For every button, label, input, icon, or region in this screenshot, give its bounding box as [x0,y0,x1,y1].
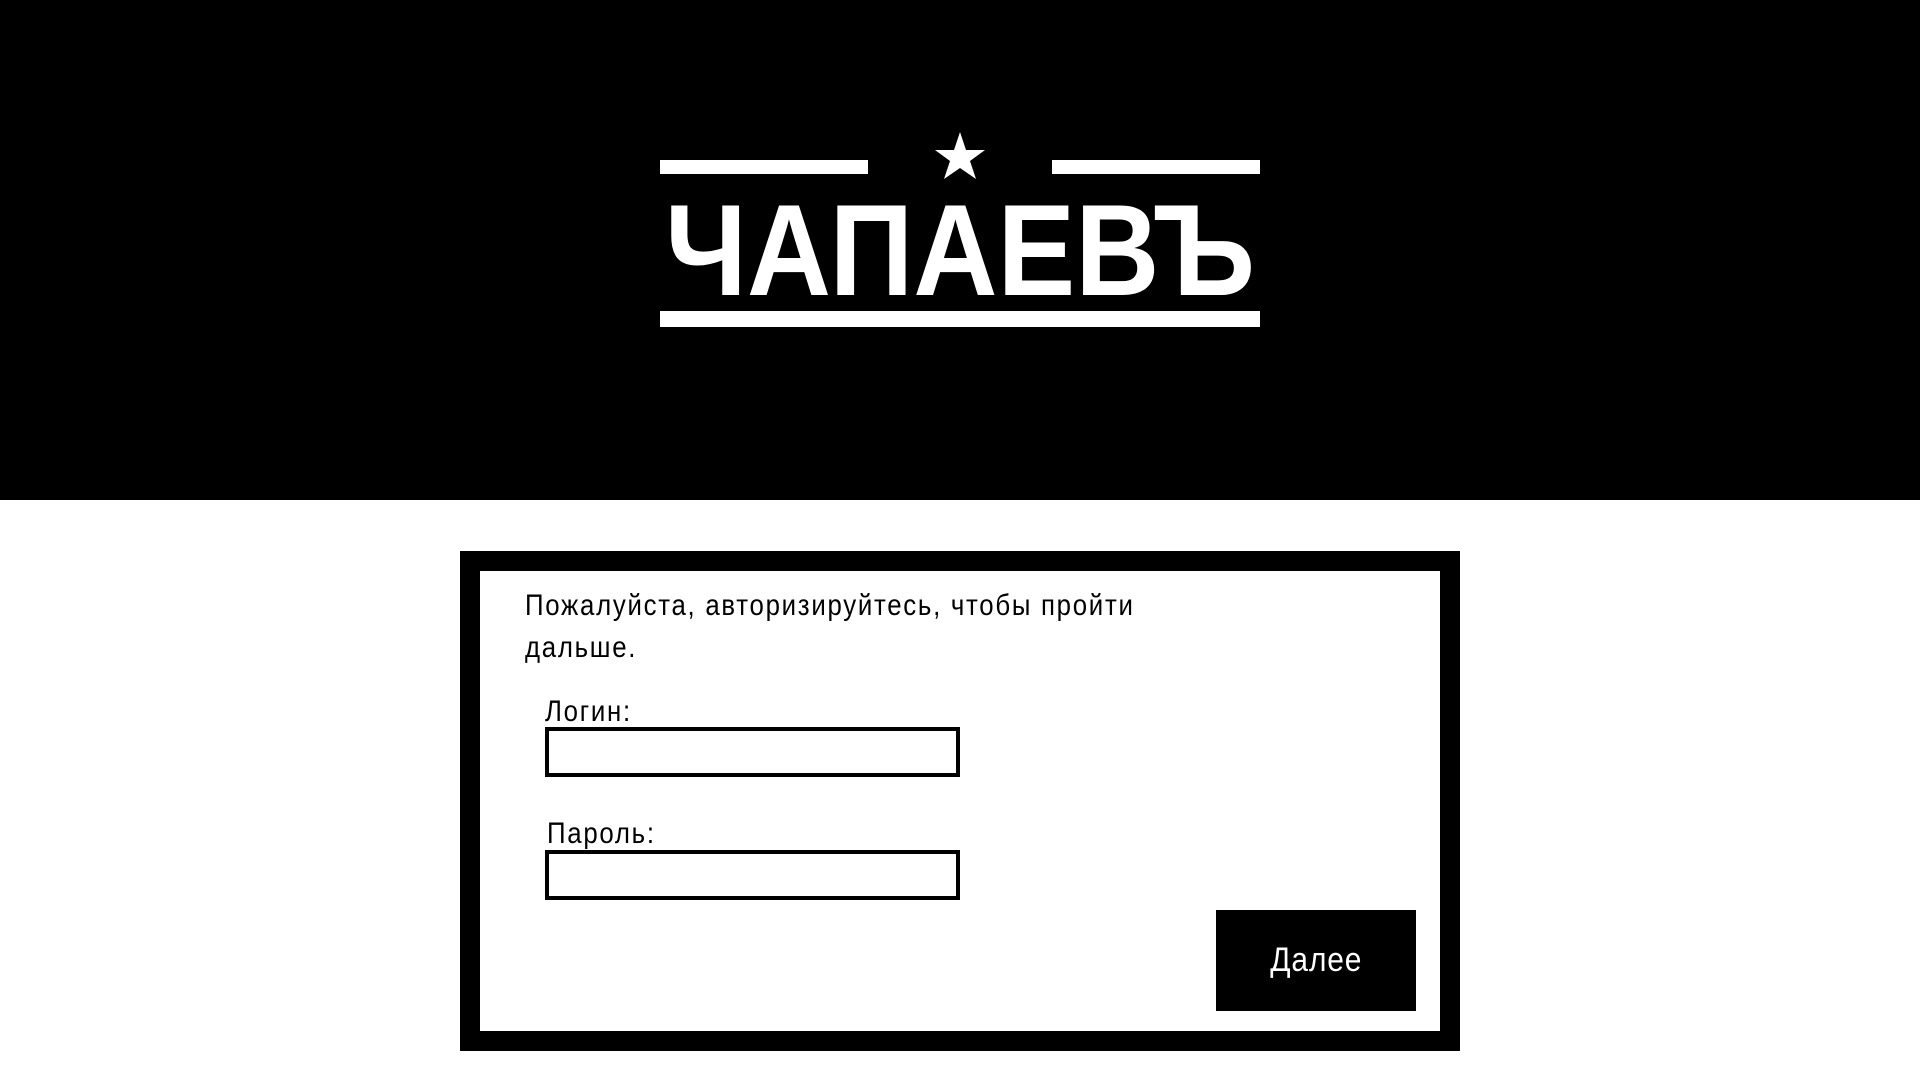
login-input[interactable] [545,727,960,777]
brand-logo: ЧАПАЕВЪ [660,130,1260,330]
auth-prompt: Пожалуйста, авторизируйтесь, чтобы пройт… [525,589,1135,664]
next-button[interactable]: Далее [1216,910,1416,1011]
header-banner: ЧАПАЕВЪ [0,0,1920,500]
next-button-label: Далее [1269,941,1363,979]
logo-wordmark: ЧАПАЕВЪ [665,177,1255,323]
password-label: Пароль: [547,817,656,850]
star-icon [935,132,985,179]
password-input[interactable] [545,850,960,900]
login-label: Логин: [545,695,632,728]
